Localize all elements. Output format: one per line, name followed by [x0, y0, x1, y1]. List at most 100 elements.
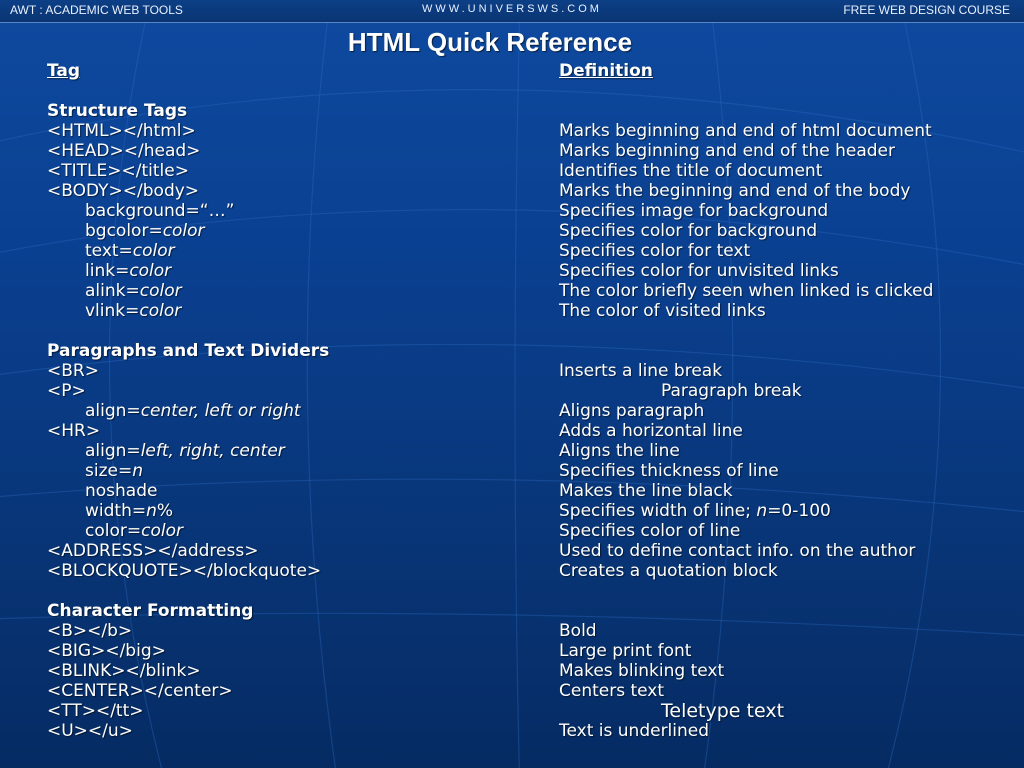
definition-cell: Marks beginning and end of the header [559, 141, 895, 161]
table-row: align=left, right, center Aligns the lin… [0, 441, 1024, 461]
attribute-cell: text=color [85, 241, 175, 261]
attribute-cell: width=n% [85, 501, 173, 521]
attribute-name: link= [85, 261, 130, 281]
table-row: color=color Specifies color of line [0, 521, 1024, 541]
tag-cell: <B></b> [47, 621, 133, 641]
header-definition: Definition [559, 61, 653, 81]
definition-cell: Specifies color for unvisited links [559, 261, 839, 281]
table-row: <B></b> Bold [0, 621, 1024, 641]
table-row: <BIG></big> Large print font [0, 641, 1024, 661]
definition-cell: Paragraph break [661, 381, 802, 401]
tag-cell: <CENTER></center> [47, 681, 233, 701]
table-row: <HEAD></head> Marks beginning and end of… [0, 141, 1024, 161]
section-title: Character Formatting [47, 601, 254, 621]
tag-cell: <HR> [47, 421, 101, 441]
attribute-cell: background=“…” [85, 201, 234, 221]
attribute-name: alink= [85, 281, 140, 301]
section-title: Paragraphs and Text Dividers [47, 341, 330, 361]
tag-cell: <BLOCKQUOTE></blockquote> [47, 561, 322, 581]
attribute-name: width= [85, 501, 147, 521]
tag-cell: <BLINK></blink> [47, 661, 201, 681]
definition-cell: Bold [559, 621, 597, 641]
spacer-row [0, 81, 1024, 101]
tag-cell: <ADDRESS></address> [47, 541, 259, 561]
definition-cell: Creates a quotation block [559, 561, 778, 581]
definition-cell: Large print font [559, 641, 692, 661]
attribute-name: background= [85, 201, 200, 221]
definition-cell: Specifies color for background [559, 221, 818, 241]
attribute-suffix: % [156, 501, 174, 521]
definition-cell: Makes the line black [559, 481, 733, 501]
attribute-value: color [139, 281, 182, 301]
tag-cell: noshade [85, 481, 158, 501]
definition-variable: n [756, 501, 768, 521]
section-heading: Paragraphs and Text Dividers [0, 341, 1024, 361]
table-header: Tag Definition [0, 61, 1024, 81]
definition-cell: Adds a horizontal line [559, 421, 743, 441]
definition-cell: Specifies thickness of line [559, 461, 779, 481]
table-row: align=center, left or right Aligns parag… [0, 401, 1024, 421]
reference-table: Tag Definition Structure Tags <HTML></ht… [0, 61, 1024, 741]
table-row: noshade Makes the line black [0, 481, 1024, 501]
table-row: <BLOCKQUOTE></blockquote> Creates a quot… [0, 561, 1024, 581]
definition-cell: Identifies the title of document [559, 161, 823, 181]
attribute-cell: align=center, left or right [85, 401, 301, 421]
attribute-cell: size=n [85, 461, 143, 481]
attribute-value: color [139, 301, 182, 321]
definition-cell: The color briefly seen when linked is cl… [559, 281, 934, 301]
attribute-value: color [162, 221, 205, 241]
top-bar: AWT : ACADEMIC WEB TOOLS WWW.UNIVERSWS.C… [0, 0, 1024, 23]
definition-cell: Marks the beginning and end of the body [559, 181, 911, 201]
table-row: alink=color The color briefly seen when … [0, 281, 1024, 301]
attribute-name: text= [85, 241, 133, 261]
attribute-name: vlink= [85, 301, 140, 321]
section-heading: Character Formatting [0, 601, 1024, 621]
definition-cell: Centers text [559, 681, 665, 701]
tag-cell: <TITLE></title> [47, 161, 189, 181]
attribute-value: “…” [199, 201, 235, 221]
table-row: <BLINK></blink> Makes blinking text [0, 661, 1024, 681]
attribute-value: center, left or right [140, 401, 301, 421]
section-title: Structure Tags [47, 101, 188, 121]
table-row: bgcolor=color Specifies color for backgr… [0, 221, 1024, 241]
attribute-cell: link=color [85, 261, 171, 281]
table-row: <CENTER></center> Centers text [0, 681, 1024, 701]
attribute-name: size= [85, 461, 133, 481]
table-row: <BODY></body> Marks the beginning and en… [0, 181, 1024, 201]
spacer-row [0, 321, 1024, 341]
definition-prefix: Specifies width of line; [559, 501, 757, 521]
tag-cell: <HTML></html> [47, 121, 196, 141]
table-row: <U></u> Text is underlined [0, 721, 1024, 741]
spacer-row [0, 581, 1024, 601]
attribute-cell: alink=color [85, 281, 182, 301]
definition-cell: Teletype text [661, 700, 785, 722]
attribute-cell: color=color [85, 521, 183, 541]
definition-suffix: =0-100 [767, 501, 831, 521]
table-row: background=“…” Specifies image for backg… [0, 201, 1024, 221]
tag-cell: <BODY></body> [47, 181, 200, 201]
attribute-value: color [129, 261, 172, 281]
table-row: <ADDRESS></address> Used to define conta… [0, 541, 1024, 561]
attribute-value: left, right, center [140, 441, 285, 461]
tag-cell: <BR> [47, 361, 99, 381]
table-row: <BR> Inserts a line break [0, 361, 1024, 381]
tag-cell: <U></u> [47, 721, 133, 741]
definition-cell: Inserts a line break [559, 361, 723, 381]
attribute-value: n [132, 461, 143, 481]
attribute-name: bgcolor= [85, 221, 163, 241]
attribute-name: align= [85, 441, 141, 461]
definition-cell: Specifies color for text [559, 241, 751, 261]
attribute-cell: bgcolor=color [85, 221, 205, 241]
attribute-cell: align=left, right, center [85, 441, 285, 461]
definition-cell: The color of visited links [559, 301, 766, 321]
tag-cell: <P> [47, 381, 86, 401]
page-title: HTML Quick Reference [347, 27, 633, 57]
top-bar-right-label: FREE WEB DESIGN COURSE [843, 3, 1010, 17]
tag-cell: <TT></tt> [47, 701, 144, 721]
attribute-name: align= [85, 401, 141, 421]
definition-cell: Aligns the line [559, 441, 680, 461]
definition-cell: Used to define contact info. on the auth… [559, 541, 916, 561]
header-tag: Tag [47, 61, 81, 81]
attribute-value: color [141, 521, 183, 541]
table-row: text=color Specifies color for text [0, 241, 1024, 261]
